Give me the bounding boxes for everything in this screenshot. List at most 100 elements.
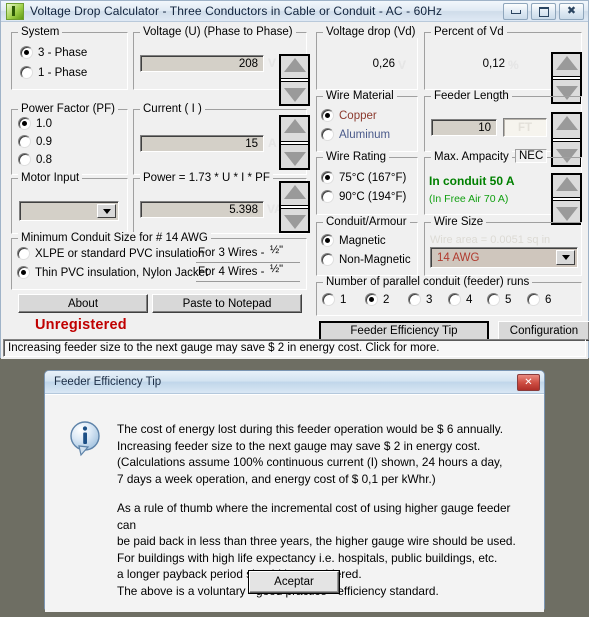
group-conduit-size-title: Minimum Conduit Size for # 14 AWG <box>18 232 211 244</box>
radio-pf-10[interactable]: 1.0 <box>18 117 52 130</box>
voltage-drop-unit-label: V <box>398 58 407 72</box>
group-parallel-runs: Number of parallel conduit (feeder) runs… <box>316 276 582 316</box>
radio-label: 5 <box>505 293 512 306</box>
for-4-wires-value: ½" <box>270 263 284 275</box>
ampacity-in-conduit: In conduit 50 A <box>429 174 515 188</box>
feeder-efficiency-tip-button[interactable]: Feeder Efficiency Tip <box>319 321 489 341</box>
group-motor-input-title: Motor Input <box>18 172 83 184</box>
group-wire-size: Wire Size Wire area = 0.0051 sq in 14 AW… <box>424 216 582 276</box>
voltage-input[interactable]: 208 <box>140 55 264 72</box>
nec-tag[interactable]: NEC <box>515 149 548 163</box>
spinner-divider <box>553 76 580 80</box>
minimize-button[interactable] <box>503 3 528 20</box>
spinner-up-icon[interactable] <box>283 185 306 199</box>
radio-xlpe[interactable]: XLPE or standard PVC insulation <box>17 247 204 260</box>
radio-aluminum[interactable]: Aluminum <box>321 128 390 141</box>
radio-label: Copper <box>339 109 377 122</box>
radio-runs-5[interactable]: 5 <box>487 293 511 306</box>
close-button[interactable]: ✖ <box>559 3 584 20</box>
group-conduit-armour: Conduit/Armour Magnetic Non-Magnetic <box>316 216 418 276</box>
for-3-wires-label: For 3 Wires - <box>198 247 265 259</box>
radio-bullet-icon <box>321 109 334 122</box>
spinner-up-icon[interactable] <box>555 116 578 130</box>
group-max-ampacity-title: Max. Ampacity <box>431 151 512 163</box>
dialog-p2-line2: be paid back in less than three years, t… <box>117 534 516 548</box>
unregistered-label: Unregistered <box>35 317 127 333</box>
spinner-divider <box>281 205 308 209</box>
dialog-close-button[interactable]: ✕ <box>517 374 540 391</box>
group-system-title: System <box>18 26 63 38</box>
radio-runs-1[interactable]: 1 <box>322 293 346 306</box>
group-wire-rating-title: Wire Rating <box>323 151 390 163</box>
feeder-length-input[interactable]: 10 <box>431 119 497 136</box>
spinner-up-icon[interactable] <box>283 119 306 133</box>
spinner-down-icon[interactable] <box>283 88 306 102</box>
group-conduit-armour-title: Conduit/Armour <box>323 216 410 228</box>
power-spinner[interactable] <box>279 181 310 233</box>
radio-label: XLPE or standard PVC insulation <box>35 247 205 260</box>
group-parallel-runs-title: Number of parallel conduit (feeder) runs <box>323 276 533 288</box>
main-window: Voltage Drop Calculator - Three Conducto… <box>0 0 589 359</box>
radio-bullet-icon <box>321 128 334 141</box>
paste-to-notepad-button[interactable]: Paste to Notepad <box>152 294 302 313</box>
radio-thin-pvc[interactable]: Thin PVC insulation, Nylon Jacket <box>17 266 208 279</box>
spinner-up-icon[interactable] <box>283 58 306 72</box>
radio-pf-08[interactable]: 0.8 <box>18 153 52 166</box>
percent-vd-unit-label: % <box>508 58 519 72</box>
motor-input-combo[interactable] <box>19 201 119 221</box>
radio-non-magnetic[interactable]: Non-Magnetic <box>321 253 411 266</box>
radio-runs-2[interactable]: 2 <box>365 293 389 306</box>
radio-label: 2 <box>383 293 390 306</box>
voltage-spinner[interactable] <box>279 54 310 106</box>
radio-bullet-icon <box>321 253 334 266</box>
wire-size-combo[interactable]: 14 AWG <box>430 247 578 268</box>
feeder-length-unit-button[interactable]: FT <box>503 118 547 137</box>
radio-label: Thin PVC insulation, Nylon Jacket <box>35 266 209 279</box>
wire-area-watermark: Wire area = 0.0051 sq in <box>430 234 551 246</box>
current-spinner[interactable] <box>279 115 310 170</box>
current-input[interactable]: 15 <box>140 135 264 152</box>
group-wire-rating: Wire Rating 75°C (167°F) 90°C (194°F) <box>316 151 418 215</box>
group-power-factor: Power Factor (PF) 1.0 0.9 0.8 <box>11 103 128 175</box>
radio-75c[interactable]: 75°C (167°F) <box>321 171 406 184</box>
radio-label: 4 <box>466 293 473 306</box>
voltage-unit-label: V <box>268 56 277 70</box>
info-icon <box>68 420 106 458</box>
spinner-up-icon[interactable] <box>555 177 578 191</box>
group-system: System 3 - Phase 1 - Phase <box>11 26 128 90</box>
spinner-down-icon[interactable] <box>555 207 578 221</box>
maximize-button[interactable] <box>531 3 556 20</box>
radio-label: 3 <box>426 293 433 306</box>
voltage-drop-value: 0,26 <box>372 58 395 70</box>
radio-magnetic[interactable]: Magnetic <box>321 234 386 247</box>
ampacity-free-air: (In Free Air 70 A) <box>429 193 509 205</box>
ampacity-spinner[interactable] <box>551 173 582 225</box>
spinner-down-icon[interactable] <box>283 152 306 166</box>
radio-90c[interactable]: 90°C (194°F) <box>321 190 406 203</box>
radio-runs-3[interactable]: 3 <box>408 293 432 306</box>
chevron-down-icon[interactable] <box>97 204 116 218</box>
window-controls: ✖ <box>503 3 584 20</box>
radio-runs-4[interactable]: 4 <box>448 293 472 306</box>
group-wire-size-title: Wire Size <box>431 216 487 228</box>
dialog-body: The cost of energy lost during this feed… <box>45 394 544 612</box>
percent-vd-value: 0,12 <box>482 58 505 70</box>
radio-copper[interactable]: Copper <box>321 109 377 122</box>
radio-pf-09[interactable]: 0.9 <box>18 135 52 148</box>
radio-label: 6 <box>545 293 552 306</box>
wire-size-value: 14 AWG <box>437 251 480 264</box>
dialog-ok-button[interactable]: Aceptar <box>249 571 339 593</box>
about-button[interactable]: About <box>18 294 148 313</box>
radio-runs-6[interactable]: 6 <box>527 293 551 306</box>
spinner-up-icon[interactable] <box>555 56 578 70</box>
spinner-divider <box>281 78 308 82</box>
chevron-down-icon[interactable] <box>556 250 575 265</box>
group-wire-material-title: Wire Material <box>323 90 397 102</box>
radio-bullet-icon <box>18 135 31 148</box>
radio-system-1-phase[interactable]: 1 - Phase <box>20 66 87 79</box>
radio-system-3-phase[interactable]: 3 - Phase <box>20 46 87 59</box>
status-bar[interactable]: Increasing feeder size to the next gauge… <box>3 339 586 357</box>
spinner-down-icon[interactable] <box>283 215 306 229</box>
configuration-button[interactable]: Configuration <box>498 321 589 341</box>
